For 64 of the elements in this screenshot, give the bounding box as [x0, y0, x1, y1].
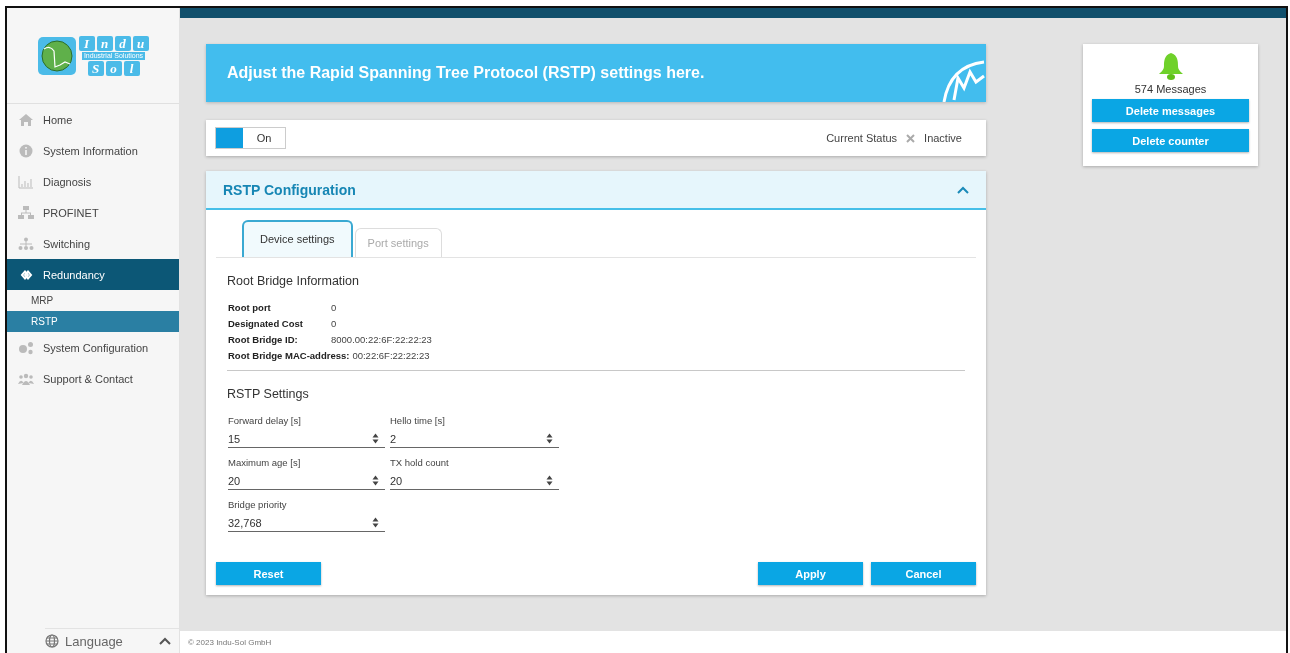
sidebar-subitem[interactable]: RSTP	[7, 311, 179, 332]
bell-icon	[1157, 52, 1184, 80]
logo-letter: u	[132, 35, 149, 51]
network-icon	[18, 205, 34, 220]
people-icon	[18, 371, 34, 386]
spinner-arrows-icon[interactable]	[372, 475, 379, 486]
spinner-arrows-icon[interactable]	[372, 433, 379, 444]
banner-title: Adjust the Rapid Spanning Tree Protocol (RSTP) settings here.	[227, 64, 705, 82]
status-label: Current Status	[826, 132, 898, 144]
field-label: Hello time [s]	[390, 415, 446, 426]
logo-letter: S	[87, 60, 104, 76]
sidebar-subitem[interactable]: MRP	[7, 290, 179, 311]
logo-letter: d	[114, 35, 131, 51]
field-label: Forward delay [s]	[228, 415, 302, 426]
chevron-up-icon	[159, 637, 171, 645]
info-label: Root port	[228, 302, 272, 313]
info-label: Root Bridge MAC-address:	[228, 350, 350, 361]
sidebar-item[interactable]: Switching	[7, 228, 179, 259]
panel-header[interactable]: RSTP Configuration	[206, 171, 986, 210]
panel-title: RSTP Configuration	[223, 181, 356, 198]
language-selector[interactable]: Language	[45, 628, 179, 653]
status-value: Inactive	[924, 132, 962, 144]
logo-letter: I	[78, 35, 95, 51]
section-heading: RSTP Settings	[227, 387, 310, 401]
info-icon	[18, 143, 34, 158]
sidebar-item[interactable]: System Information	[7, 135, 179, 166]
logo-letter: l	[123, 60, 140, 76]
wave-logo-icon	[942, 58, 986, 102]
number-input-field[interactable]: 20	[228, 472, 385, 490]
field-label: Bridge priority	[228, 499, 288, 510]
info-value: 0	[331, 318, 337, 329]
info-value: 8000.00:22:6F:22:22:23	[331, 334, 432, 345]
logo-letter: o	[105, 60, 122, 76]
copyright-text: © 2023 Indu-Sol GmbH	[188, 637, 272, 647]
sidebar-item[interactable]: Home	[7, 104, 179, 135]
on-off-toggle[interactable]: On	[215, 127, 286, 149]
number-input-field[interactable]: 20	[390, 472, 559, 490]
sidebar-item[interactable]: Redundancy	[7, 259, 179, 290]
spinner-arrows-icon[interactable]	[546, 475, 553, 486]
logo-letter: n	[96, 35, 113, 51]
globe-icon	[45, 634, 59, 648]
tab[interactable]: Device settings	[242, 220, 353, 257]
sidebar-item[interactable]: Diagnosis	[7, 166, 179, 197]
info-value: 00:22:6F:22:22:23	[352, 350, 430, 361]
number-input-field[interactable]: 2	[390, 430, 559, 448]
number-input-field[interactable]: 15	[228, 430, 385, 448]
info-label: Designated Cost	[228, 318, 304, 329]
sidebar-item[interactable]: System Configuration	[7, 332, 179, 363]
number-input-field[interactable]: 32,768	[228, 514, 385, 532]
field-label: TX hold count	[390, 457, 450, 468]
home-icon	[18, 112, 34, 127]
spinner-arrows-icon[interactable]	[372, 517, 379, 528]
info-value: 0	[331, 302, 337, 313]
message-count: 574 Messages	[1134, 83, 1207, 95]
sidebar-item[interactable]: Support & Contact	[7, 363, 179, 394]
spinner-arrows-icon[interactable]	[546, 433, 553, 444]
oscilloscope-icon	[37, 36, 76, 75]
hierarchy-icon	[18, 236, 34, 251]
section-heading: Root Bridge Information	[227, 274, 360, 288]
info-label: Root Bridge ID:	[228, 334, 299, 345]
sidebar-item[interactable]: PROFINET	[7, 197, 179, 228]
chevron-up-icon[interactable]	[957, 185, 969, 194]
bar-chart-icon	[18, 174, 34, 189]
field-label: Maximum age [s]	[228, 457, 302, 468]
